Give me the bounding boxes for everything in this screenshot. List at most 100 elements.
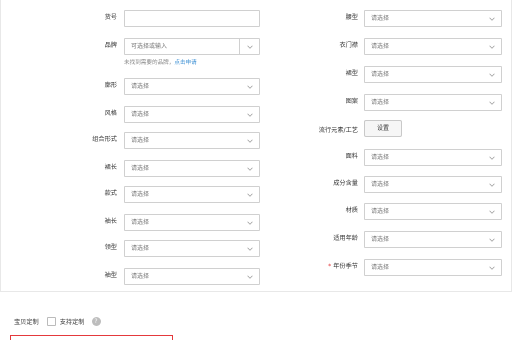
right-row-2-select-value: 请选择 bbox=[371, 71, 390, 78]
right-row-1-select-value: 请选择 bbox=[371, 43, 390, 50]
left-row-7-select-value: 请选择 bbox=[131, 273, 150, 280]
left-row-1-select[interactable]: 请选择 bbox=[124, 106, 260, 123]
chevron-down-icon bbox=[247, 193, 253, 197]
chevron-down-icon bbox=[489, 238, 495, 242]
chevron-down-icon bbox=[489, 45, 495, 49]
left-row-0-label-text: 廓形 bbox=[104, 82, 117, 89]
right-row-2-label-text: 裙型 bbox=[345, 70, 358, 77]
brand-dropdown-toggle[interactable] bbox=[239, 39, 259, 54]
left-row-7-label-text: 袖型 bbox=[104, 272, 117, 279]
left-row-0-select-value: 请选择 bbox=[131, 83, 150, 90]
brand-placeholder: 可选择或输入 bbox=[131, 43, 168, 50]
left-row-5-label: 袖长 bbox=[60, 217, 117, 227]
chevron-down-icon bbox=[489, 266, 495, 270]
right-row2-0-label-text: 面料 bbox=[345, 153, 358, 160]
left-row-4-label-text: 款式 bbox=[104, 190, 117, 197]
left-row-7-select[interactable]: 请选择 bbox=[124, 268, 260, 285]
left-row-5-select-value: 请选择 bbox=[131, 219, 150, 226]
left-row-5-select[interactable]: 请选择 bbox=[124, 214, 260, 231]
right-row2-3-select[interactable]: 请选择 bbox=[364, 231, 502, 248]
right-row2-2-select-value: 请选择 bbox=[371, 208, 390, 215]
right-row2-3-label: 适用年龄 bbox=[290, 234, 358, 244]
right-row-3-label: 图案 bbox=[290, 97, 358, 107]
right-row2-0-label: 面料 bbox=[290, 152, 358, 162]
left-row-2-label-text: 组合形式 bbox=[92, 136, 117, 143]
left-row-7-label: 袖型 bbox=[60, 271, 117, 281]
right-row2-3-select-value: 请选择 bbox=[371, 236, 390, 243]
custom-label: 宝贝定制 bbox=[14, 318, 39, 326]
left-row-6-select-value: 请选择 bbox=[131, 245, 150, 252]
right-row2-4-select-value: 请选择 bbox=[371, 264, 390, 271]
chevron-down-icon bbox=[489, 183, 495, 187]
right-row-3-select[interactable]: 请选择 bbox=[364, 94, 502, 111]
chevron-down-icon bbox=[247, 167, 253, 171]
huohao-input[interactable] bbox=[124, 10, 260, 27]
right-row-1-select[interactable]: 请选择 bbox=[364, 38, 502, 55]
chevron-down-icon bbox=[247, 247, 253, 251]
chevron-down-icon bbox=[489, 73, 495, 77]
left-row-3-select-value: 请选择 bbox=[131, 165, 150, 172]
right-row2-2-label: 材质 bbox=[290, 206, 358, 216]
support-custom-label[interactable]: 支持定制 bbox=[60, 317, 85, 326]
left-row-0-select[interactable]: 请选择 bbox=[124, 78, 260, 95]
right-row2-1-label-text: 成分含量 bbox=[333, 180, 358, 187]
right-row2-0-select-value: 请选择 bbox=[371, 154, 390, 161]
question-circle-icon[interactable]: ? bbox=[91, 316, 101, 326]
left-row-4-select-value: 请选择 bbox=[131, 191, 150, 198]
right-row2-1-select[interactable]: 请选择 bbox=[364, 176, 502, 193]
right-row-3-label-text: 图案 bbox=[345, 98, 358, 105]
left-row-2-select-value: 请选择 bbox=[131, 137, 150, 144]
chevron-down-icon bbox=[247, 113, 253, 117]
liuxing-label: 流行元素/工艺 bbox=[318, 127, 358, 134]
chevron-down-icon bbox=[489, 101, 495, 105]
chevron-down-icon bbox=[489, 17, 495, 21]
huohao-label: 货号 bbox=[104, 14, 117, 21]
right-row-0-label-text: 腰型 bbox=[345, 14, 358, 21]
brand-combobox[interactable]: 可选择或输入 bbox=[124, 38, 260, 55]
support-custom-checkbox[interactable] bbox=[46, 316, 56, 326]
chevron-down-icon bbox=[247, 221, 253, 225]
apply-brand-link[interactable]: 点击申请 bbox=[174, 60, 196, 66]
left-row-4-select[interactable]: 请选择 bbox=[124, 186, 260, 203]
left-row-1-label-text: 风格 bbox=[104, 110, 117, 117]
left-row-1-select-value: 请选择 bbox=[131, 111, 150, 118]
left-row-5-label-text: 袖长 bbox=[104, 218, 117, 225]
right-row2-0-select[interactable]: 请选择 bbox=[364, 149, 502, 166]
chevron-down-icon bbox=[247, 85, 253, 89]
right-row-3-select-value: 请选择 bbox=[371, 99, 390, 106]
custom-row: 宝贝定制 支持定制 ? bbox=[14, 315, 101, 327]
right-row-0-select[interactable]: 请选择 bbox=[364, 10, 502, 27]
chevron-down-icon bbox=[247, 45, 253, 49]
chevron-down-icon bbox=[489, 156, 495, 160]
chevron-down-icon bbox=[489, 210, 495, 214]
right-row2-2-select[interactable]: 请选择 bbox=[364, 203, 502, 220]
right-row2-4-label-text: 年份季节 bbox=[333, 263, 358, 270]
right-row2-3-label-text: 适用年龄 bbox=[333, 235, 358, 242]
right-row2-2-label-text: 材质 bbox=[345, 207, 358, 214]
left-row-2-select[interactable]: 请选择 bbox=[124, 132, 260, 149]
left-row-3-select[interactable]: 请选择 bbox=[124, 160, 260, 177]
left-row-6-label-text: 领型 bbox=[104, 244, 117, 251]
right-row-2-select[interactable]: 请选择 bbox=[364, 66, 502, 83]
left-row-3-label-text: 裙长 bbox=[104, 164, 117, 171]
right-row2-4-select[interactable]: 请选择 bbox=[364, 259, 502, 276]
right-row-0-label: 腰型 bbox=[290, 13, 358, 23]
chevron-down-icon bbox=[247, 139, 253, 143]
left-row-1-label: 风格 bbox=[60, 109, 117, 119]
left-row-2-label: 组合形式 bbox=[60, 135, 117, 145]
right-row-1-label: 衣门襟 bbox=[290, 41, 358, 51]
left-row-3-label: 裙长 bbox=[60, 163, 117, 173]
chevron-down-icon bbox=[247, 275, 253, 279]
right-row2-1-label: 成分含量 bbox=[290, 179, 358, 189]
pinpai-label: 品牌 bbox=[104, 42, 117, 49]
right-row2-1-select-value: 请选择 bbox=[371, 181, 390, 188]
left-row-6-select[interactable]: 请选择 bbox=[124, 240, 260, 257]
left-row-4-label: 款式 bbox=[60, 189, 117, 199]
left-row-0-label: 廓形 bbox=[60, 81, 117, 91]
highlight-box bbox=[10, 335, 173, 340]
right-row-1-label-text: 衣门襟 bbox=[339, 42, 358, 49]
right-row2-4-label: * 年份季节 bbox=[290, 262, 358, 272]
settings-button[interactable]: 设置 bbox=[364, 120, 402, 137]
right-row-0-select-value: 请选择 bbox=[371, 15, 390, 22]
left-row-6-label: 领型 bbox=[60, 243, 117, 253]
